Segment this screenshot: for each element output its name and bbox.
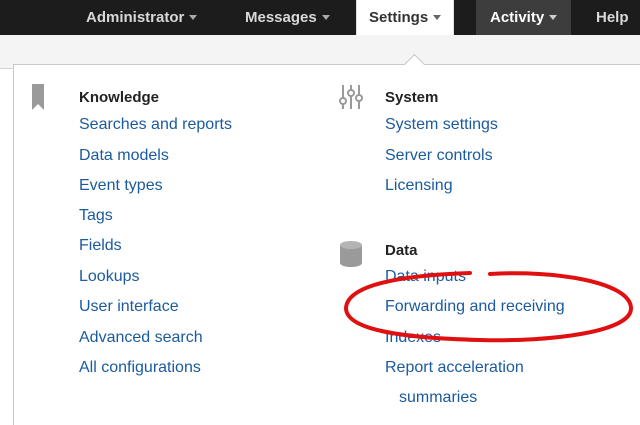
link-fields[interactable]: Fields bbox=[79, 237, 122, 255]
link-report-acceleration[interactable]: Report acceleration bbox=[385, 359, 524, 377]
sliders-icon bbox=[339, 85, 363, 109]
nav-messages[interactable]: Messages bbox=[245, 0, 330, 35]
chevron-down-icon bbox=[433, 14, 442, 20]
link-tags[interactable]: Tags bbox=[79, 207, 113, 225]
nav-activity[interactable]: Activity bbox=[476, 0, 572, 35]
link-server-controls[interactable]: Server controls bbox=[385, 147, 493, 165]
link-all-configurations[interactable]: All configurations bbox=[79, 359, 201, 377]
link-data-models[interactable]: Data models bbox=[79, 147, 169, 165]
link-indexes[interactable]: Indexes bbox=[385, 329, 441, 347]
nav-messages-label: Messages bbox=[245, 9, 317, 26]
nav-administrator-label: Administrator bbox=[86, 9, 185, 26]
nav-activity-label: Activity bbox=[490, 9, 545, 26]
link-advanced-search[interactable]: Advanced search bbox=[79, 329, 203, 347]
link-system-settings[interactable]: System settings bbox=[385, 116, 498, 134]
database-icon bbox=[340, 241, 362, 267]
link-data-inputs[interactable]: Data inputs bbox=[385, 268, 466, 286]
nav-settings[interactable]: Settings bbox=[356, 0, 455, 35]
link-report-acceleration-summaries[interactable]: summaries bbox=[399, 389, 477, 407]
chevron-down-icon bbox=[549, 14, 558, 20]
top-nav-bar: Administrator Messages Settings Activity… bbox=[0, 0, 640, 35]
link-lookups[interactable]: Lookups bbox=[79, 268, 140, 286]
link-event-types[interactable]: Event types bbox=[79, 177, 163, 195]
settings-dropdown-menu: Knowledge Searches and reports Data mode… bbox=[13, 64, 640, 425]
bookmark-icon bbox=[32, 84, 44, 110]
chevron-down-icon bbox=[321, 14, 330, 20]
link-user-interface[interactable]: User interface bbox=[79, 298, 179, 316]
nav-administrator[interactable]: Administrator bbox=[86, 0, 198, 35]
chevron-down-icon bbox=[189, 14, 198, 20]
nav-help[interactable]: Help bbox=[596, 0, 629, 35]
nav-settings-label: Settings bbox=[369, 9, 429, 26]
knowledge-heading: Knowledge bbox=[79, 89, 160, 106]
link-searches-and-reports[interactable]: Searches and reports bbox=[79, 116, 232, 134]
link-forwarding-and-receiving[interactable]: Forwarding and receiving bbox=[385, 298, 565, 316]
link-licensing[interactable]: Licensing bbox=[385, 177, 453, 195]
nav-help-label: Help bbox=[596, 9, 629, 26]
system-heading: System bbox=[385, 89, 439, 106]
data-heading: Data bbox=[385, 242, 418, 259]
